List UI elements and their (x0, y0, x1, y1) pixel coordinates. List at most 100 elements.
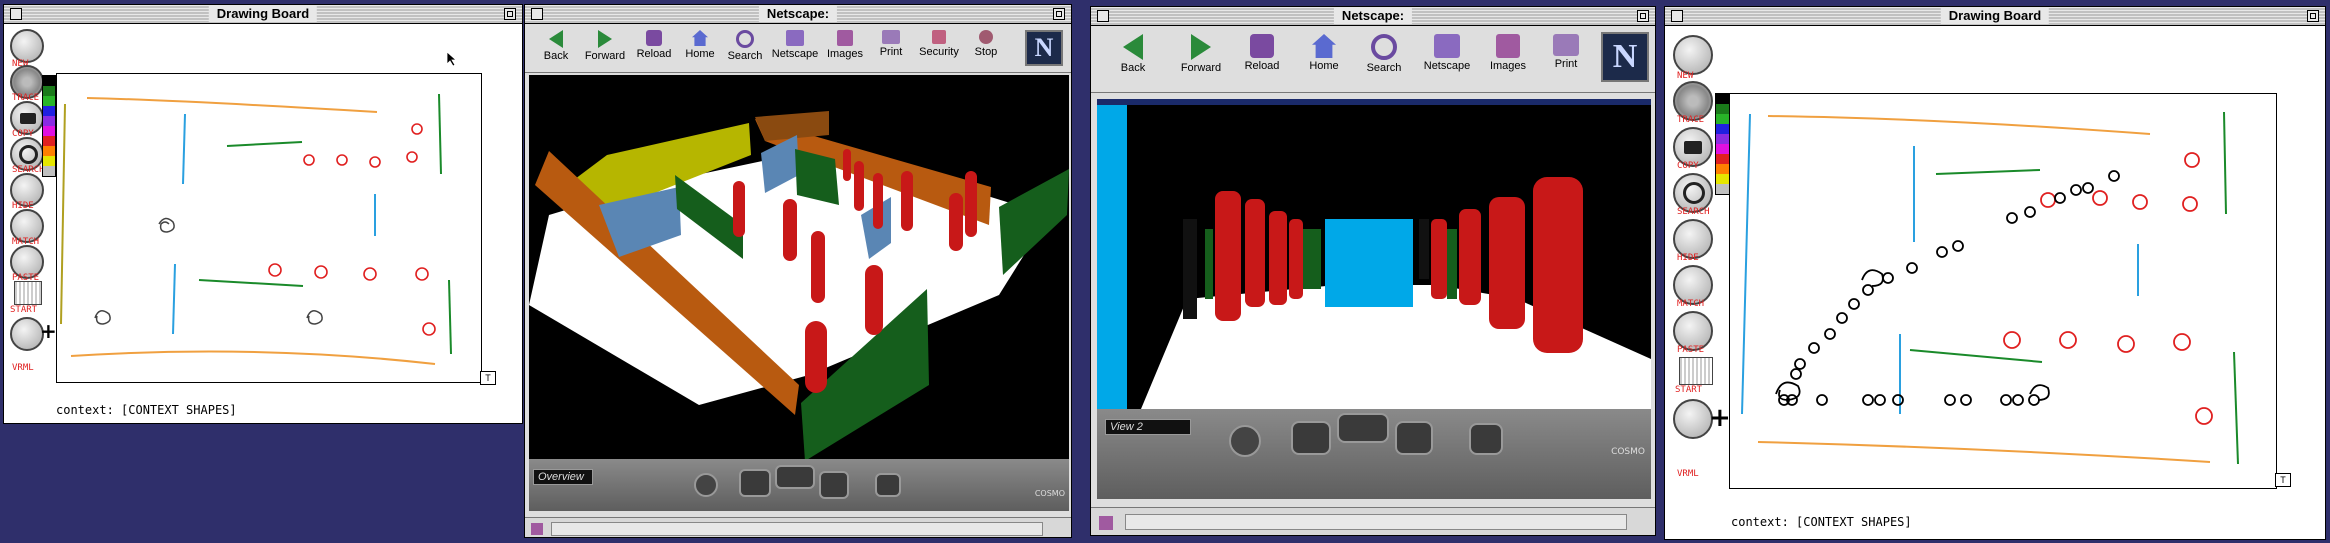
images-icon (837, 30, 853, 46)
corner-box[interactable]: T (2275, 473, 2291, 487)
vrml-tool-icon[interactable] (1673, 399, 1713, 439)
undo-move-icon[interactable] (1469, 423, 1503, 455)
tool-label-vrml: VRML (12, 363, 34, 373)
viewpoint-label[interactable]: Overview (533, 469, 593, 485)
sketch-canvas[interactable] (1729, 93, 2277, 489)
seek-control-icon[interactable] (775, 465, 815, 489)
forward-label: Forward (1180, 62, 1222, 74)
netscape-button[interactable]: Netscape (771, 30, 819, 60)
back-button[interactable]: Back (1111, 34, 1155, 74)
security-status-icon (1099, 516, 1113, 530)
start-tool-icon[interactable] (1679, 357, 1713, 385)
camera-icon (1684, 141, 1702, 154)
tool-label-search: SEARCH (1677, 207, 1710, 217)
close-box[interactable] (1671, 10, 1683, 22)
search-icon (1371, 34, 1397, 60)
crosshair-icon: + (40, 319, 57, 343)
home-icon (1312, 34, 1336, 58)
security-button[interactable]: Security (915, 30, 963, 58)
status-bar (1091, 507, 1655, 535)
vrml-viewport[interactable] (1097, 99, 1651, 409)
pan-control-icon[interactable] (1395, 421, 1433, 455)
forward-button[interactable]: Forward (1173, 34, 1229, 74)
title-bar[interactable]: Netscape: (525, 5, 1071, 24)
tool-label-vrml: VRML (1677, 469, 1699, 479)
drawing-board-window-left: Drawing Board NEW TRACE COPY SEARCH HIDE… (3, 4, 523, 424)
cosmo-navigation-bar: Overview COSMO (529, 459, 1069, 511)
tilt-control-icon[interactable] (739, 469, 771, 497)
print-label: Print (1554, 58, 1578, 70)
tool-label-new: NEW (1677, 71, 1694, 81)
security-status-icon (531, 523, 543, 535)
print-button[interactable]: Print (873, 30, 909, 58)
search-button[interactable]: Search (725, 30, 765, 62)
print-icon (1553, 34, 1579, 56)
images-button[interactable]: Images (825, 30, 865, 60)
mouse-pointer-icon (446, 51, 458, 67)
zoom-box[interactable] (1053, 8, 1065, 20)
netscape-logo: N (1601, 32, 1649, 82)
window-title: Netscape: (1333, 8, 1413, 24)
print-icon (882, 30, 900, 44)
tool-label-start: START (10, 305, 38, 315)
vrml-tool-icon[interactable] (10, 317, 44, 351)
status-field (551, 522, 1043, 536)
new-tool-icon[interactable] (1673, 35, 1713, 75)
tool-label-copy: COPY (1677, 161, 1699, 171)
navigation-toolbar: Back Forward Reload Home Search Netscape… (525, 24, 1071, 73)
close-box[interactable] (10, 8, 22, 20)
tool-label-paste: PASTE (1677, 345, 1705, 355)
zoom-box[interactable] (2307, 10, 2319, 22)
reload-button[interactable]: Reload (635, 30, 673, 60)
pan-control-icon[interactable] (819, 471, 849, 499)
title-bar[interactable]: Drawing Board (4, 5, 522, 24)
new-tool-icon[interactable] (10, 29, 44, 63)
sketch-strokes (60, 93, 452, 365)
start-tool-icon[interactable] (14, 281, 42, 305)
forward-arrow-icon (598, 30, 612, 48)
stop-button[interactable]: Stop (969, 30, 1003, 58)
netscape-window-left: Netscape: Back Forward Reload Home Searc… (524, 4, 1072, 538)
sketch-canvas[interactable] (56, 73, 482, 383)
back-button[interactable]: Back (539, 30, 573, 62)
close-box[interactable] (531, 8, 543, 20)
images-label: Images (1489, 60, 1527, 72)
images-button[interactable]: Images (1483, 34, 1533, 72)
home-button[interactable]: Home (1299, 34, 1349, 72)
corner-box[interactable]: T (480, 371, 496, 385)
zoom-box[interactable] (1637, 10, 1649, 22)
forward-button[interactable]: Forward (583, 30, 627, 62)
viewpoint-label[interactable]: View 2 (1105, 419, 1191, 435)
search-label: Search (727, 50, 763, 62)
context-text: context: [CONTEXT SHAPES] (1731, 515, 1912, 529)
netscape-icon (786, 30, 804, 46)
color-palette[interactable] (42, 75, 56, 177)
cosmo-logo: COSMO (1611, 447, 1645, 457)
zoom-box[interactable] (504, 8, 516, 20)
vrml-scene-view2 (1097, 99, 1651, 409)
search-icon (736, 30, 754, 48)
lock-icon (932, 30, 946, 44)
close-box[interactable] (1097, 10, 1109, 22)
vrml-viewport[interactable] (529, 75, 1069, 459)
tool-label-match: MATCH (1677, 299, 1705, 309)
netscape-button[interactable]: Netscape (1417, 34, 1477, 72)
print-button[interactable]: Print (1543, 34, 1589, 70)
walk-control-icon[interactable] (694, 473, 718, 497)
reload-button[interactable]: Reload (1237, 34, 1287, 72)
seek-control-icon[interactable] (1337, 413, 1389, 443)
sketch-strokes (1741, 111, 2239, 465)
vrml-scene-overview (529, 75, 1069, 459)
undo-move-icon[interactable] (875, 473, 901, 497)
tool-label-hide: HIDE (1677, 253, 1699, 263)
walk-control-icon[interactable] (1229, 425, 1261, 457)
title-bar[interactable]: Netscape: (1091, 7, 1655, 26)
tilt-control-icon[interactable] (1291, 421, 1331, 455)
crosshair-icon: + (1709, 403, 1731, 433)
home-label: Home (1309, 60, 1339, 72)
back-arrow-icon (1123, 34, 1143, 60)
home-button[interactable]: Home (681, 30, 719, 60)
title-bar[interactable]: Drawing Board (1665, 7, 2325, 26)
tool-label-start: START (1675, 385, 1703, 395)
search-button[interactable]: Search (1359, 34, 1409, 74)
